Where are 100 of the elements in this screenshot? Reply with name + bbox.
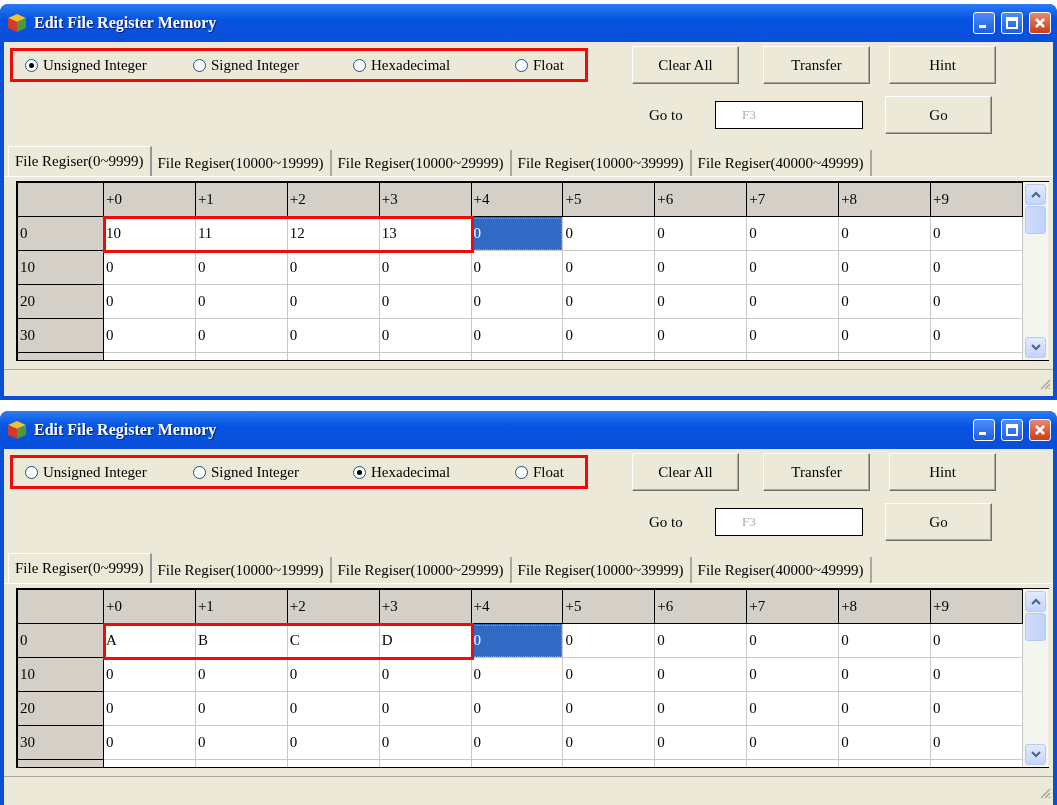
table-cell[interactable]: 0 [195, 284, 288, 319]
table-cell[interactable]: 0 [471, 216, 563, 251]
tab[interactable]: File Regiser(0~9999) [8, 146, 152, 176]
action-button[interactable]: Transfer [763, 453, 870, 491]
scrollbar[interactable] [1023, 589, 1048, 767]
go-button[interactable]: Go [885, 96, 992, 134]
resize-grip-icon[interactable] [1039, 787, 1051, 799]
scroll-down-button[interactable] [1025, 337, 1046, 358]
table-cell[interactable]: 0 [838, 216, 931, 251]
scroll-down-button[interactable] [1025, 744, 1046, 765]
goto-field[interactable]: F3 [715, 508, 863, 536]
table-cell[interactable]: 0 [471, 318, 563, 353]
table-cell[interactable]: 0 [654, 284, 747, 319]
table-cell[interactable]: 0 [654, 250, 747, 285]
table-cell[interactable]: 0 [195, 318, 288, 353]
table-cell[interactable]: 0 [562, 216, 655, 251]
table-cell[interactable]: 0 [930, 691, 1023, 726]
scroll-up-button[interactable] [1025, 591, 1046, 612]
table-cell[interactable]: 0 [471, 657, 563, 692]
goto-field[interactable]: F3 [715, 101, 863, 129]
table-cell[interactable]: 0 [562, 657, 655, 692]
table-cell[interactable]: 0 [838, 725, 931, 760]
table-cell[interactable]: 0 [103, 284, 196, 319]
scroll-up-button[interactable] [1025, 184, 1046, 205]
close-button[interactable] [1029, 419, 1051, 441]
table-cell[interactable]: 0 [103, 691, 196, 726]
table-cell[interactable]: 0 [471, 623, 563, 658]
table-cell[interactable]: 0 [287, 691, 380, 726]
maximize-button[interactable] [1001, 12, 1023, 34]
table-cell[interactable]: 0 [746, 216, 839, 251]
table-cell[interactable]: 0 [562, 725, 655, 760]
table-cell[interactable]: 0 [195, 691, 288, 726]
maximize-button[interactable] [1001, 419, 1023, 441]
table-cell[interactable]: 0 [930, 657, 1023, 692]
close-button[interactable] [1029, 12, 1051, 34]
go-button[interactable]: Go [885, 503, 992, 541]
table-cell[interactable]: 0 [746, 250, 839, 285]
radio-button[interactable] [515, 465, 528, 479]
table-cell[interactable]: 0 [838, 657, 931, 692]
table-cell[interactable]: 0 [379, 284, 472, 319]
resize-grip-icon[interactable] [1039, 378, 1051, 390]
table-cell[interactable]: 0 [103, 318, 196, 353]
table-cell[interactable]: 0 [471, 725, 563, 760]
table-cell[interactable]: 0 [379, 318, 472, 353]
table-cell[interactable]: 0 [930, 725, 1023, 760]
table-cell[interactable]: 0 [838, 318, 931, 353]
table-cell[interactable]: 0 [471, 691, 563, 726]
table-cell[interactable]: 0 [195, 725, 288, 760]
table-cell[interactable]: 0 [838, 691, 931, 726]
radio-button[interactable] [193, 58, 206, 72]
table-cell[interactable]: 0 [930, 623, 1023, 658]
radio-button[interactable] [193, 465, 206, 479]
table-cell[interactable]: 0 [746, 318, 839, 353]
table-cell[interactable]: 0 [930, 216, 1023, 251]
scrollbar[interactable] [1023, 182, 1048, 360]
table-cell[interactable]: 0 [746, 623, 839, 658]
table-cell[interactable]: 0 [746, 725, 839, 760]
table-cell[interactable]: 0 [838, 250, 931, 285]
table-cell[interactable]: 0 [654, 318, 747, 353]
table-cell[interactable]: 0 [287, 284, 380, 319]
table-cell[interactable]: 0 [838, 623, 931, 658]
table-cell[interactable]: 0 [930, 318, 1023, 353]
scroll-thumb[interactable] [1025, 613, 1046, 641]
table-cell[interactable]: 0 [838, 284, 931, 319]
table-cell[interactable]: 0 [930, 284, 1023, 319]
radio-button[interactable] [25, 465, 38, 479]
action-button[interactable]: Transfer [763, 46, 870, 84]
table-cell[interactable]: 0 [562, 250, 655, 285]
radio-button[interactable] [353, 465, 366, 479]
radio-button[interactable] [353, 58, 366, 72]
minimize-button[interactable] [973, 12, 995, 34]
tab[interactable]: File Regiser(0~9999) [8, 553, 152, 583]
radio-button[interactable] [25, 58, 38, 72]
table-cell[interactable]: 0 [930, 250, 1023, 285]
table-cell[interactable]: 0 [471, 284, 563, 319]
scroll-thumb[interactable] [1025, 206, 1046, 234]
table-cell[interactable]: 0 [654, 691, 747, 726]
minimize-button[interactable] [973, 419, 995, 441]
table-cell[interactable]: 0 [287, 318, 380, 353]
table-cell[interactable]: 0 [287, 725, 380, 760]
table-cell[interactable]: 0 [103, 725, 196, 760]
table-cell[interactable]: 0 [654, 216, 747, 251]
table-cell[interactable]: 0 [471, 250, 563, 285]
table-cell[interactable]: 0 [746, 691, 839, 726]
action-button[interactable]: Hint [889, 46, 996, 84]
action-button[interactable]: Hint [889, 453, 996, 491]
table-cell[interactable]: 0 [654, 623, 747, 658]
action-button[interactable]: Clear All [632, 453, 739, 491]
table-cell[interactable]: 0 [654, 725, 747, 760]
table-cell[interactable]: 0 [562, 623, 655, 658]
table-cell[interactable]: 0 [379, 725, 472, 760]
table-cell[interactable]: 0 [562, 318, 655, 353]
table-cell[interactable]: 0 [654, 657, 747, 692]
table-cell[interactable]: 0 [746, 284, 839, 319]
radio-button[interactable] [515, 58, 528, 72]
table-cell[interactable]: 0 [562, 691, 655, 726]
table-cell[interactable]: 0 [562, 284, 655, 319]
table-cell[interactable]: 0 [746, 657, 839, 692]
action-button[interactable]: Clear All [632, 46, 739, 84]
table-cell[interactable]: 0 [379, 691, 472, 726]
